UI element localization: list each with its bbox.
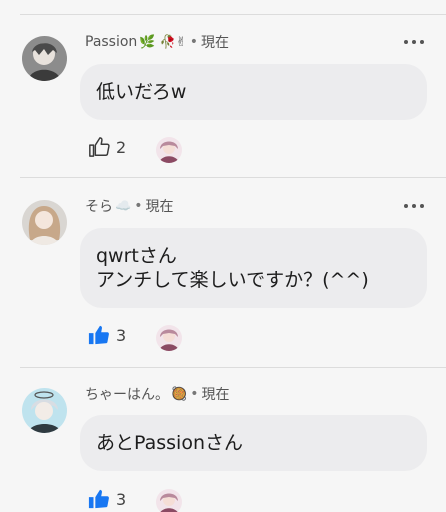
separator: • — [189, 34, 198, 50]
avatar[interactable] — [22, 388, 67, 433]
like-count: 3 — [116, 489, 127, 509]
reactor-avatar[interactable] — [156, 325, 182, 351]
separator: • — [134, 198, 143, 214]
thumbs-up-filled-icon — [88, 325, 109, 345]
author-name[interactable]: ちゃーはん。 — [85, 384, 169, 404]
thumbs-up-icon — [89, 137, 110, 157]
separator: • — [190, 386, 199, 402]
timestamp: 現在 — [145, 199, 174, 215]
more-options-icon[interactable] — [404, 33, 424, 51]
more-options-icon[interactable] — [404, 197, 424, 215]
comment-text-line: アンチして楽しいですか？(^^) — [96, 269, 369, 291]
comment-text: あとPassionさん — [96, 432, 243, 454]
divider — [20, 177, 446, 178]
avatar[interactable] — [22, 36, 67, 81]
author-emoji: ☁️ — [115, 198, 132, 214]
comment-bubble: 低いだろw — [80, 64, 427, 120]
timestamp: 現在 — [200, 35, 229, 51]
comment-bubble: あとPassionさん — [80, 415, 427, 471]
author-name[interactable]: そら — [85, 196, 113, 216]
reactor-avatar[interactable] — [156, 137, 182, 163]
like-button[interactable]: 3 — [88, 324, 126, 346]
reactor-avatar[interactable] — [156, 489, 182, 512]
like-count: 3 — [116, 325, 127, 345]
thumbs-up-filled-icon — [88, 489, 109, 509]
like-button[interactable]: 2 — [88, 136, 126, 158]
timestamp: 現在 — [201, 387, 230, 403]
divider — [20, 14, 446, 15]
like-count: 2 — [116, 137, 127, 157]
like-button[interactable]: 3 — [88, 488, 126, 510]
comment-text-line: qwrtさん — [96, 245, 177, 267]
comment-text: 低いだろw — [96, 81, 187, 103]
author-name[interactable]: Passion — [85, 34, 137, 50]
author-emoji: 🌿 🥀✌ — [139, 34, 187, 50]
avatar[interactable] — [22, 200, 67, 245]
divider — [20, 367, 446, 368]
author-emoji: 🥘 — [171, 386, 188, 402]
comment-feed: Passion 🌿 🥀✌ • 現在 低いだろw 2 そら ☁️ • 現在 qwr… — [0, 0, 446, 512]
comment-bubble: qwrtさん アンチして楽しいですか？(^^) — [80, 228, 427, 308]
